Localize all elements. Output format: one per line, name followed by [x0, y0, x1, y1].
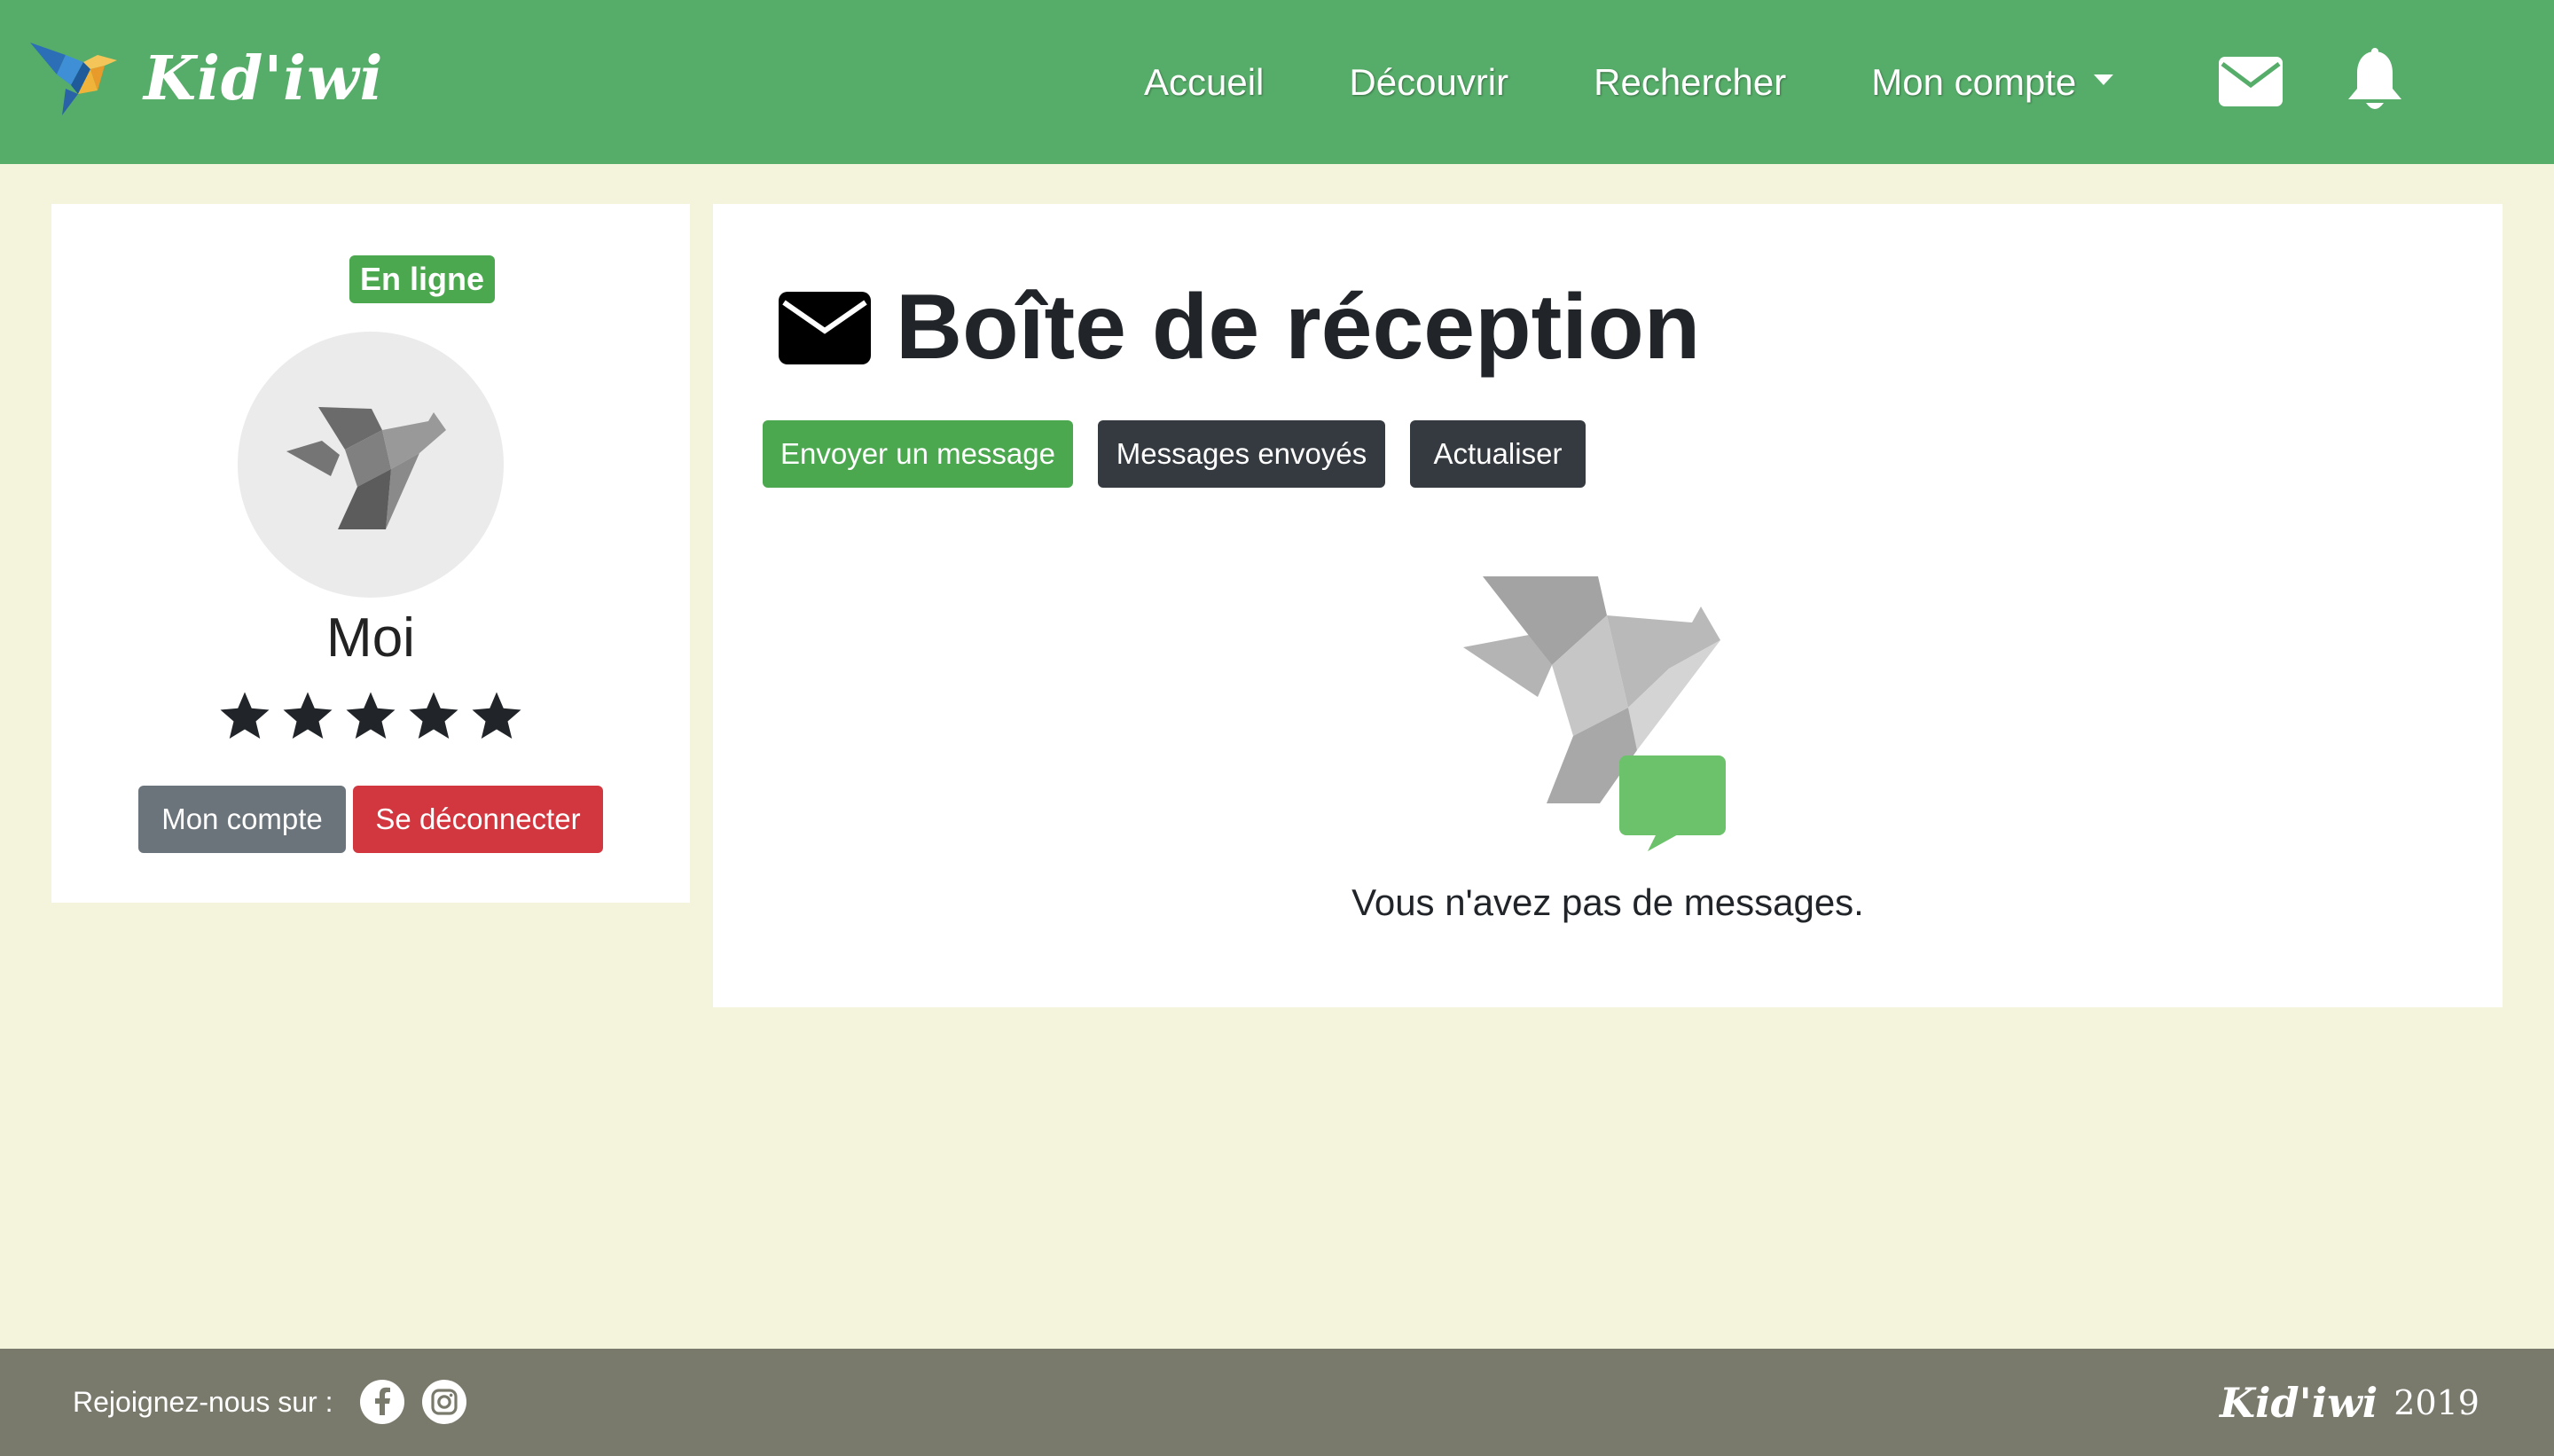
- star-rating: [218, 690, 533, 743]
- envelope-icon: [779, 291, 871, 364]
- footer-year: 2019: [2393, 1382, 2480, 1422]
- chevron-down-icon: [2094, 74, 2114, 85]
- facebook-glyph-icon: [375, 1387, 390, 1415]
- brand-link[interactable]: Kid'iwi: [30, 39, 384, 119]
- sent-messages-button[interactable]: Messages envoyés: [1098, 420, 1385, 488]
- brand-name: Kid'iwi: [144, 43, 384, 114]
- dove-message-icon: [1463, 576, 1726, 851]
- instagram-glyph-icon: [431, 1389, 458, 1415]
- nav-rechercher[interactable]: Rechercher: [1594, 61, 1786, 104]
- star-icon: [472, 692, 521, 739]
- nav-mon-compte-label: Mon compte: [1871, 60, 2077, 103]
- refresh-button[interactable]: Actualiser: [1410, 420, 1586, 488]
- send-message-button[interactable]: Envoyer un message: [763, 420, 1073, 488]
- footer-brand-name: Kid'iwi: [2220, 1378, 2378, 1427]
- footer-join-label: Rejoignez-nous sur :: [73, 1386, 333, 1418]
- navbar: Kid'iwi Accueil Découvrir Rechercher Mon…: [0, 0, 2554, 164]
- star-icon: [220, 692, 270, 739]
- bird-logo-icon: [30, 43, 117, 115]
- profile-card: En ligne Moi Mon compte Se déconnecter: [51, 204, 690, 903]
- profile-name: Moi: [326, 607, 415, 669]
- nav-mon-compte-dropdown[interactable]: Mon compte: [1871, 60, 2114, 104]
- envelope-icon[interactable]: [2219, 57, 2283, 106]
- facebook-icon[interactable]: [360, 1380, 404, 1424]
- avatar: [238, 332, 504, 598]
- page-title: Boîte de réception: [896, 276, 1701, 379]
- nav-decouvrir[interactable]: Découvrir: [1349, 61, 1508, 104]
- inbox-card: Boîte de réception Envoyer un message Me…: [713, 204, 2503, 1007]
- dove-avatar-icon: [286, 407, 446, 529]
- empty-message: Vous n'avez pas de messages.: [1351, 881, 1864, 923]
- star-icon: [346, 692, 396, 739]
- bell-icon[interactable]: [2346, 48, 2403, 115]
- account-button[interactable]: Mon compte: [138, 786, 346, 853]
- footer: Rejoignez-nous sur : Kid'iwi 2019: [0, 1349, 2554, 1456]
- instagram-icon[interactable]: [422, 1380, 466, 1424]
- logout-button[interactable]: Se déconnecter: [353, 786, 603, 853]
- nav-links: Accueil Découvrir Rechercher Mon compte: [1144, 0, 2198, 164]
- nav-accueil[interactable]: Accueil: [1144, 61, 1264, 104]
- star-icon: [409, 692, 458, 739]
- status-badge: En ligne: [349, 255, 495, 303]
- footer-brand: Kid'iwi 2019: [2220, 1349, 2480, 1456]
- inbox-header: Boîte de réception: [779, 275, 1700, 380]
- star-icon: [283, 692, 333, 739]
